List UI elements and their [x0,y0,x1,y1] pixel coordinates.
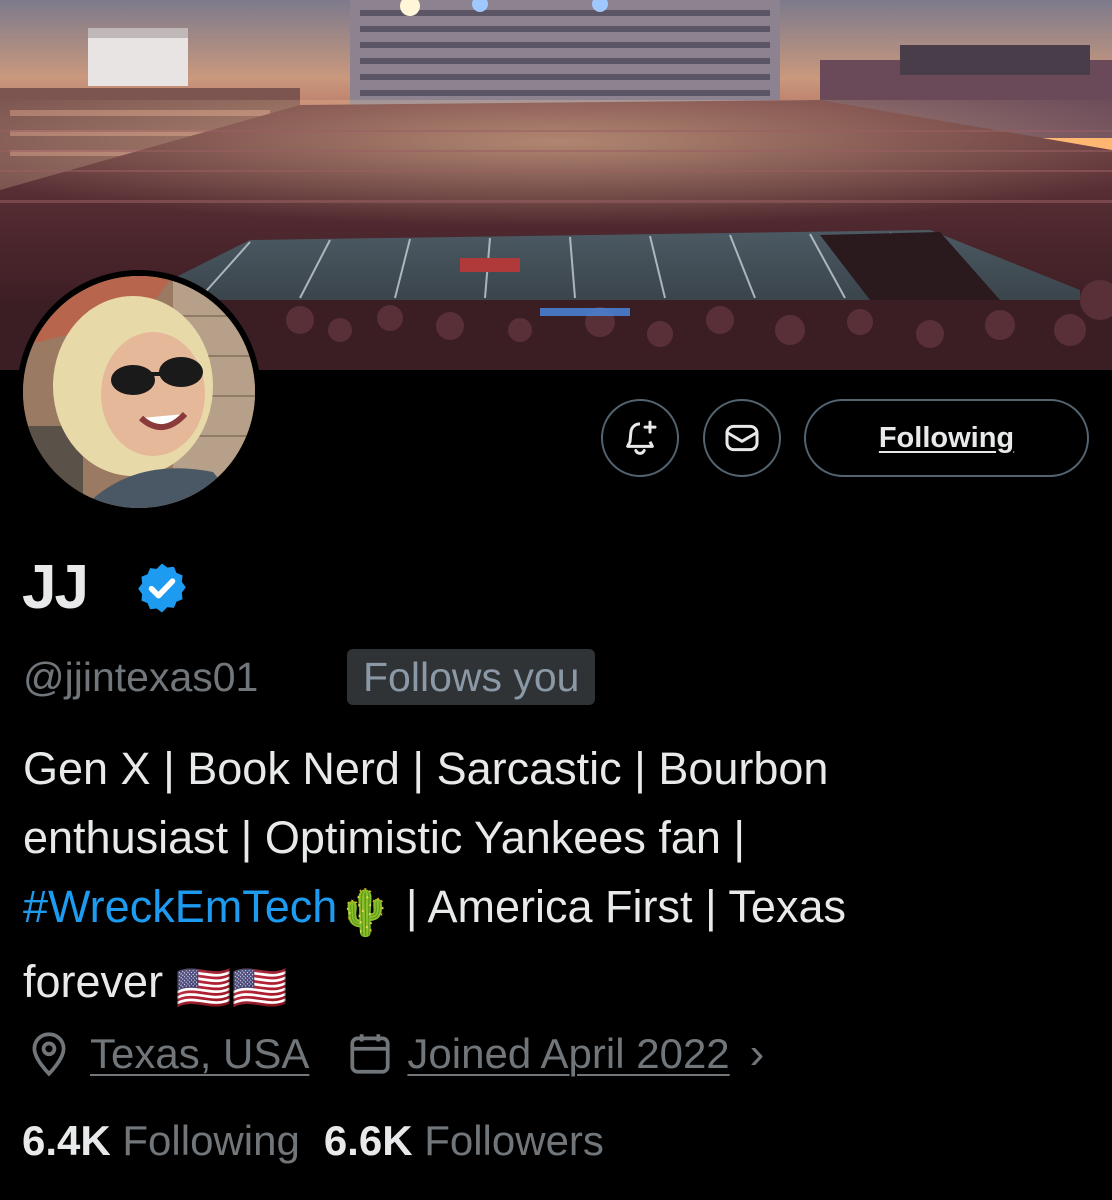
following-button[interactable]: Following [804,399,1089,477]
notify-button[interactable] [601,399,679,477]
joined-date-link[interactable]: Joined April 2022 [407,1030,729,1078]
calendar-icon [350,1034,391,1074]
cactus-emoji: 🌵 [337,887,394,938]
us-flag-emoji: 🇺🇸🇺🇸 [175,962,288,1013]
avatar[interactable] [23,276,255,508]
following-count: 6.4K [22,1117,111,1164]
following-stat[interactable]: 6.4K Following [22,1113,300,1169]
following-label: Following [122,1117,300,1164]
followers-stat[interactable]: 6.6K Followers [324,1113,604,1169]
verified-badge-icon[interactable] [134,560,190,616]
mail-icon [725,424,759,452]
bio-line-4: forever 🇺🇸🇺🇸 [23,947,1093,1022]
display-name: JJ [22,553,89,622]
bio-line-3-text: | America First | Texas [405,881,846,932]
bio-line-4-text: forever [23,956,164,1007]
follows-you-badge: Follows you [347,649,596,705]
avatar-frame[interactable] [17,270,261,514]
bio: Gen X | Book Nerd | Sarcastic | Bourbon … [23,734,1093,1022]
bio-line-3: #WreckEmTech🌵 | America First | Texas [23,872,1093,947]
bio-line-1: Gen X | Book Nerd | Sarcastic | Bourbon [23,743,829,794]
hashtag-link[interactable]: #WreckEmTech [23,881,337,932]
follow-stats: 6.4K Following 6.6K Followers [22,1113,604,1169]
message-button[interactable] [703,399,781,477]
chevron-right-icon[interactable]: › [750,1029,765,1079]
location-link[interactable]: Texas, USA [90,1030,309,1078]
bell-plus-icon [626,420,657,455]
avatar-photo [23,276,255,508]
bio-line-2: enthusiast | Optimistic Yankees fan | [23,812,746,863]
handle: @jjintexas01 [23,654,259,700]
followers-label: Followers [424,1117,604,1164]
profile-meta: Texas, USA Joined April 2022 › [24,1026,764,1082]
followers-count: 6.6K [323,1117,413,1164]
location-pin-icon [32,1032,66,1077]
